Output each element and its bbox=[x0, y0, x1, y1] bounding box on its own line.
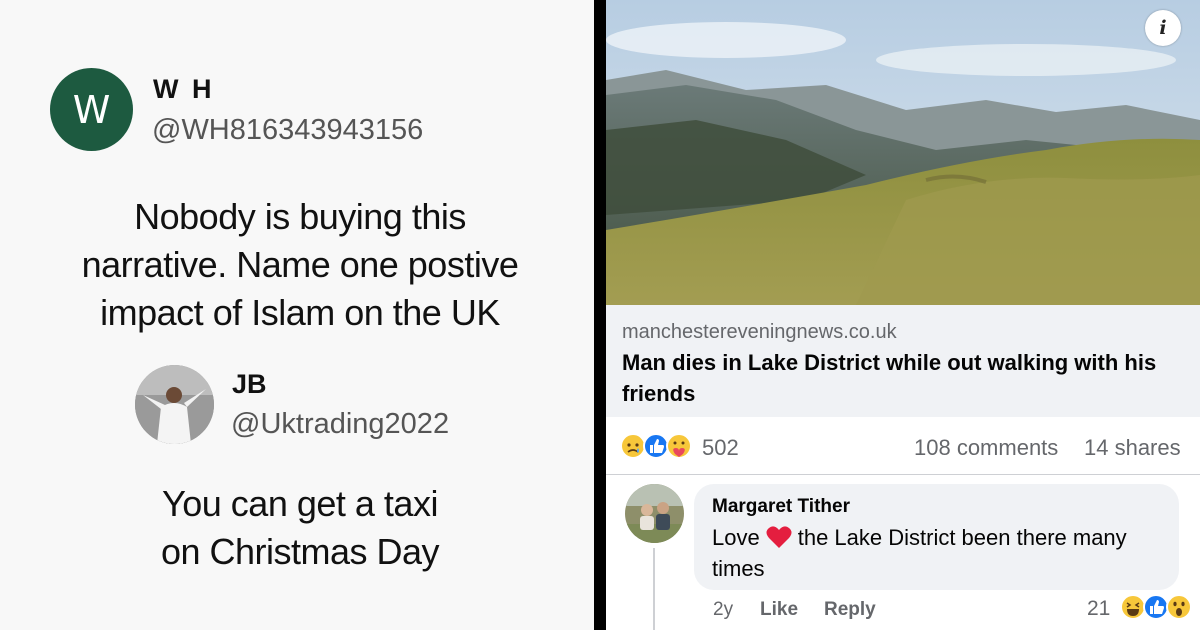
link-domain: manchestereveningnews.co.uk bbox=[622, 321, 897, 343]
heart-icon bbox=[766, 526, 792, 548]
comment-reply-button[interactable]: Reply bbox=[824, 599, 876, 621]
tweet-text-line: on Christmas Day bbox=[160, 531, 440, 572]
tweet-text-line: Nobody is buying this bbox=[134, 196, 466, 237]
reaction-count[interactable]: 502 bbox=[702, 435, 739, 461]
tweet-panel: W W H @WH816343943156 Nobody is buying t… bbox=[0, 0, 594, 630]
comment-timestamp[interactable]: 2y bbox=[713, 599, 733, 621]
avatar[interactable] bbox=[625, 484, 684, 543]
landscape-photo bbox=[606, 0, 1200, 305]
tweet-author-name[interactable]: JB bbox=[232, 369, 267, 400]
comment-author[interactable]: Margaret Tither bbox=[712, 496, 850, 518]
comment-reaction-count[interactable]: 21 bbox=[1087, 597, 1110, 621]
thread-line bbox=[653, 548, 655, 630]
comment-bubble[interactable]: Margaret Tither Love the Lake District be… bbox=[694, 484, 1179, 590]
comment-reaction-icons[interactable] bbox=[1119, 593, 1195, 621]
info-icon[interactable]: i bbox=[1145, 10, 1181, 46]
care-reaction-icon bbox=[666, 433, 692, 459]
tweet-author-handle[interactable]: @WH816343943156 bbox=[152, 114, 423, 147]
reaction-icons[interactable] bbox=[620, 432, 700, 460]
reaction-summary: 502 108 comments 14 shares bbox=[606, 417, 1200, 477]
tweet-text-line: You can get a taxi bbox=[162, 483, 438, 524]
facebook-post: i manchestereveningnews.co.uk Man dies i… bbox=[606, 0, 1200, 630]
avatar-photo bbox=[625, 484, 684, 543]
haha-reaction-icon bbox=[1120, 594, 1146, 620]
shares-count[interactable]: 14 shares bbox=[1084, 435, 1181, 461]
sad-reaction-icon bbox=[620, 433, 646, 459]
comments-count[interactable]: 108 comments bbox=[914, 435, 1058, 461]
panel-divider bbox=[594, 0, 606, 630]
tweet-text: Nobody is buying this narrative. Name on… bbox=[30, 193, 570, 337]
wow-reaction-icon bbox=[1166, 594, 1192, 620]
link-card[interactable]: manchestereveningnews.co.uk Man dies in … bbox=[606, 305, 1200, 417]
tweet-author-handle[interactable]: @Uktrading2022 bbox=[231, 408, 449, 441]
tweet-author-name[interactable]: W H bbox=[153, 74, 214, 105]
comment-text: Love the Lake District been there many ti… bbox=[712, 522, 1172, 584]
like-reaction-icon bbox=[1143, 594, 1169, 620]
divider bbox=[606, 474, 1200, 475]
tweet-text: You can get a taxi on Christmas Day bbox=[60, 480, 540, 576]
link-headline[interactable]: Man dies in Lake District while out walk… bbox=[622, 347, 1187, 409]
comment-like-button[interactable]: Like bbox=[760, 599, 798, 621]
tweet-text-line: impact of Islam on the UK bbox=[100, 292, 500, 333]
link-preview-image[interactable]: i bbox=[606, 0, 1200, 305]
avatar-photo bbox=[135, 365, 214, 444]
avatar[interactable]: W bbox=[50, 68, 133, 151]
tweet-text-line: narrative. Name one postive bbox=[81, 244, 519, 285]
avatar[interactable] bbox=[135, 365, 214, 444]
comment-text-start: Love bbox=[712, 525, 760, 550]
like-reaction-icon bbox=[643, 433, 669, 459]
